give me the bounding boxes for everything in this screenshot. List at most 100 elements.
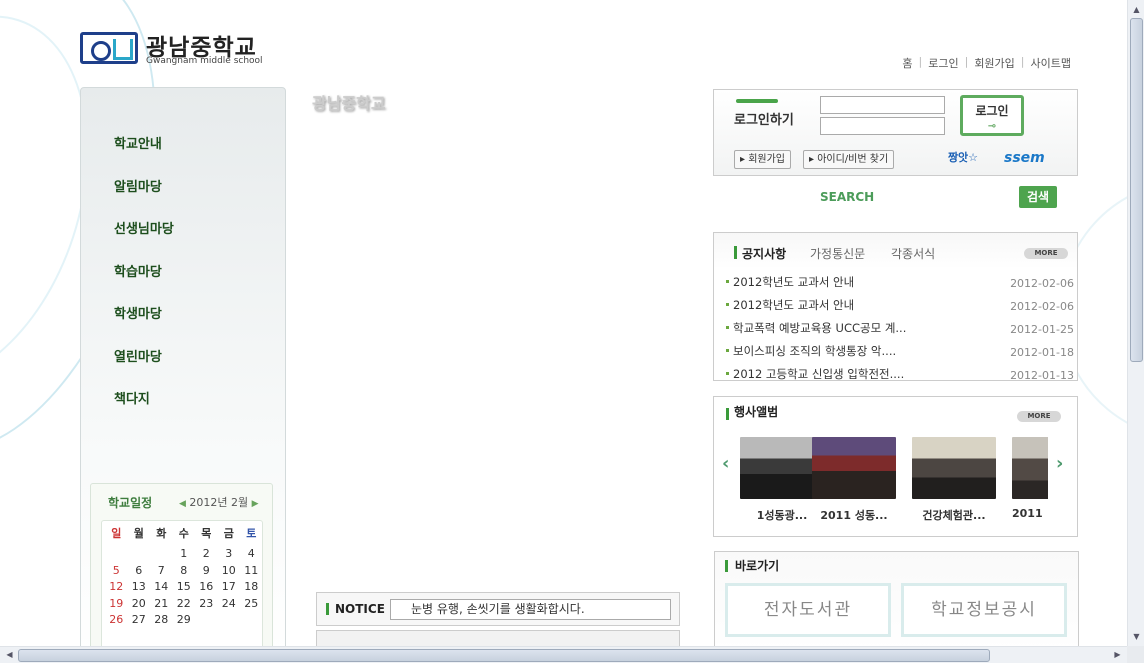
browser-viewport: 광남중학교 Gwangnam middle school 홈 | 로그인 | 회… — [0, 0, 1127, 646]
calendar-day[interactable]: 12 — [105, 579, 128, 596]
find-account-button[interactable]: ▸ 아이디/비번 찾기 — [803, 150, 895, 169]
calendar-day[interactable]: 4 — [240, 546, 263, 563]
tab-marker — [734, 246, 737, 259]
album-more-button[interactable]: MORE — [1017, 411, 1061, 422]
calendar-day[interactable]: 8 — [173, 563, 196, 580]
partner-logo-badge[interactable]: 짱앗☆ — [939, 147, 987, 169]
tab-family-letters[interactable]: 가정통신문 — [810, 245, 865, 262]
calendar-day[interactable]: 25 — [240, 596, 263, 613]
calendar-weekday: 목 — [201, 527, 212, 540]
topnav-join[interactable]: 회원가입 — [974, 55, 1014, 71]
calendar-day[interactable]: 13 — [128, 579, 151, 596]
calendar-day[interactable]: 5 — [105, 563, 128, 580]
calendar-day[interactable]: 22 — [173, 596, 196, 613]
calendar-day[interactable]: 9 — [195, 563, 218, 580]
album-photo — [912, 437, 996, 499]
news-item[interactable]: 2012학년도 교과서 안내 2012-02-06 — [726, 294, 1074, 317]
menu-item-teachers[interactable]: 선생님마당 — [81, 218, 285, 261]
next-month-icon[interactable]: ▶ — [252, 499, 259, 509]
calendar-day[interactable]: 28 — [150, 612, 173, 629]
album-prev-icon[interactable]: ‹ — [722, 453, 729, 474]
notice-ticker[interactable]: 눈병 유행, 손씻기를 생활화합시다. — [390, 599, 671, 620]
calendar-day[interactable]: 1 — [173, 546, 196, 563]
calendar-day — [105, 546, 128, 563]
menu-item-students[interactable]: 학생마당 — [81, 303, 285, 346]
album-item[interactable]: 건강체험관... — [912, 437, 996, 523]
password-input[interactable] — [820, 117, 945, 135]
school-logo[interactable]: 광남중학교 Gwangnam middle school — [80, 30, 280, 70]
calendar-day[interactable]: 3 — [218, 546, 241, 563]
menu-item-school-info[interactable]: 학교안내 — [81, 133, 285, 176]
calendar-weekday: 수 — [178, 527, 189, 540]
prev-month-icon[interactable]: ◀ — [179, 499, 186, 509]
calendar-weekday: 일 — [111, 527, 122, 540]
e-library-button[interactable]: 전자도서관 — [725, 583, 891, 637]
news-tabs: 공지사항 가정통신문 각종서식 MORE — [714, 233, 1077, 269]
school-info-disclosure-button[interactable]: 학교정보공시 — [901, 583, 1067, 637]
vertical-scroll-thumb[interactable] — [1130, 18, 1143, 362]
menu-item-notices[interactable]: 알림마당 — [81, 176, 285, 219]
calendar-grid: 일 월 화 수 목 금 토 1 2 3 4 5 6 7 8 9 10 11 12 13 14 15 16 17 18 19 20 21… — [102, 521, 262, 629]
ssem-logo-badge[interactable]: ssem — [1004, 147, 1058, 169]
menu-item-books[interactable]: 책다지 — [81, 388, 285, 431]
calendar-weekday: 월 — [133, 527, 144, 540]
news-item[interactable]: 보이스피싱 조직의 학생통장 악.... 2012-01-18 — [726, 340, 1074, 363]
calendar-day[interactable]: 18 — [240, 579, 263, 596]
album-item[interactable]: 2011 성동... — [812, 437, 896, 523]
user-id-input[interactable] — [820, 96, 945, 114]
news-item[interactable]: 2012학년도 교과서 안내 2012-02-06 — [726, 271, 1074, 294]
news-item[interactable]: 학교폭력 예방교육용 UCC공모 계... 2012-01-25 — [726, 317, 1074, 340]
topnav-login[interactable]: 로그인 — [928, 55, 958, 71]
search-button[interactable]: 검색 — [1019, 186, 1057, 208]
calendar-day[interactable]: 20 — [128, 596, 151, 613]
login-button[interactable]: 로그인 ⊸ — [960, 95, 1024, 136]
calendar-grid-box: 일 월 화 수 목 금 토 1 2 3 4 5 6 7 8 9 10 11 12 13 14 15 16 17 18 19 20 21… — [101, 520, 263, 646]
topnav-sitemap[interactable]: 사이트맵 — [1031, 55, 1071, 71]
bullet-icon — [726, 349, 729, 352]
login-title: 로그인하기 — [734, 113, 794, 128]
school-emblem-icon — [80, 32, 138, 64]
calendar-day[interactable]: 11 — [240, 563, 263, 580]
bullet-icon — [726, 372, 729, 375]
tab-forms[interactable]: 각종서식 — [891, 245, 935, 262]
calendar-day[interactable]: 10 — [218, 563, 241, 580]
quick-links: 바로가기 전자도서관 학교정보공시 — [714, 551, 1079, 646]
calendar-day — [195, 612, 218, 629]
menu-item-learning[interactable]: 학습마당 — [81, 261, 285, 304]
album-photo — [1012, 437, 1048, 499]
calendar-day[interactable]: 17 — [218, 579, 241, 596]
tab-notices[interactable]: 공지사항 — [742, 245, 786, 262]
calendar-day[interactable]: 14 — [150, 579, 173, 596]
calendar-day[interactable]: 27 — [128, 612, 151, 629]
calendar-day[interactable]: 15 — [173, 579, 196, 596]
calendar-day[interactable]: 7 — [150, 563, 173, 580]
join-button[interactable]: ▸ 회원가입 — [734, 150, 791, 169]
vertical-scrollbar[interactable]: ▲ ▼ — [1127, 0, 1144, 646]
calendar-day — [128, 546, 151, 563]
news-item[interactable]: 2012 고등학교 신입생 입학전전.... 2012-01-13 — [726, 363, 1074, 386]
calendar-day[interactable]: 21 — [150, 596, 173, 613]
album-next-icon[interactable]: › — [1056, 453, 1063, 474]
calendar-day[interactable]: 24 — [218, 596, 241, 613]
horizontal-scroll-thumb[interactable] — [18, 649, 990, 662]
login-box: 로그인하기 로그인 ⊸ ▸ 회원가입 ▸ 아이디/비번 찾기 짱앗☆ ssem — [713, 89, 1078, 176]
calendar-day[interactable]: 29 — [173, 612, 196, 629]
calendar-day[interactable]: 16 — [195, 579, 218, 596]
news-item-date: 2012-01-18 — [1010, 346, 1074, 359]
calendar-day[interactable]: 2 — [195, 546, 218, 563]
scroll-down-icon[interactable]: ▼ — [1130, 629, 1143, 644]
calendar-day[interactable]: 19 — [105, 596, 128, 613]
scroll-left-icon[interactable]: ◀ — [2, 648, 17, 662]
event-album: 행사앨범 MORE ‹ › 1성동광... 2011 성동... 건강체험관..… — [713, 396, 1078, 537]
menu-item-open-forum[interactable]: 열린마당 — [81, 346, 285, 389]
calendar-day[interactable]: 26 — [105, 612, 128, 629]
calendar-day[interactable]: 23 — [195, 596, 218, 613]
topnav-home[interactable]: 홈 — [902, 55, 912, 71]
calendar-day[interactable]: 6 — [128, 563, 151, 580]
horizontal-scrollbar[interactable]: ◀ ▶ — [0, 646, 1127, 663]
album-marker — [726, 408, 729, 420]
scroll-up-icon[interactable]: ▲ — [1130, 2, 1143, 17]
news-more-button[interactable]: MORE — [1024, 248, 1068, 259]
scroll-right-icon[interactable]: ▶ — [1110, 648, 1125, 662]
album-item[interactable]: 2011 — [1012, 437, 1048, 520]
